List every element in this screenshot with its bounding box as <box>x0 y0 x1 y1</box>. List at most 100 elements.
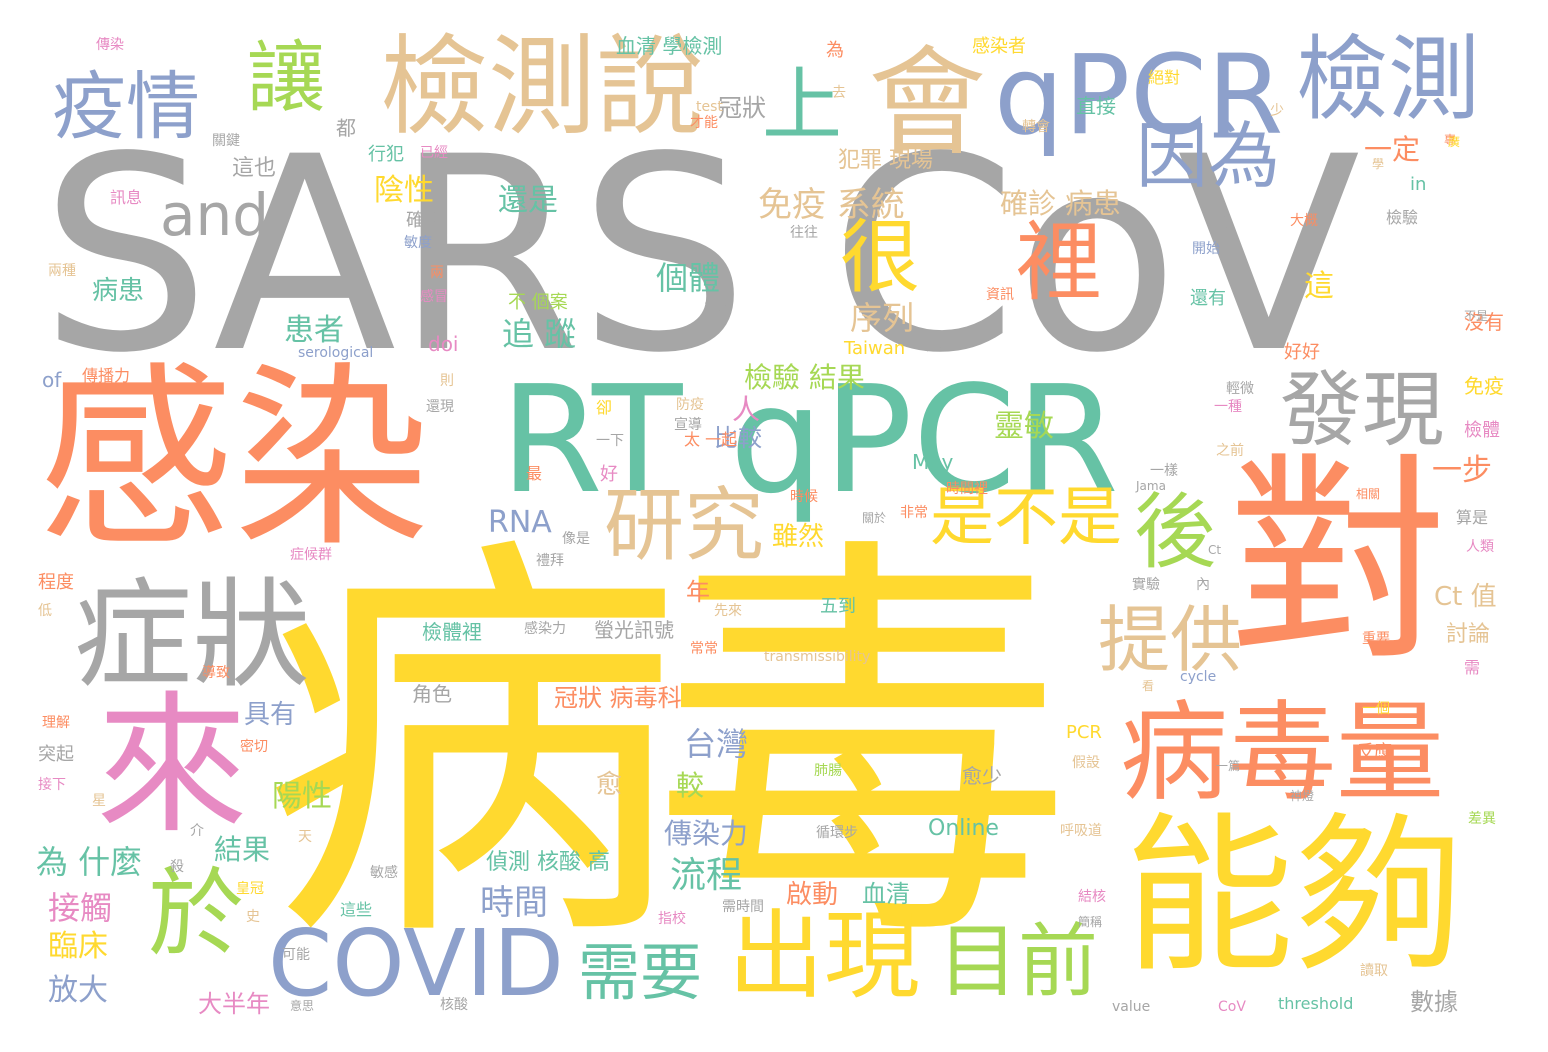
word-zhexie: 這些 <box>340 900 373 919</box>
word-dabannian: 大半年 <box>198 990 270 1018</box>
word-jianyan-jieguo: 檢驗 結果 <box>744 361 865 394</box>
word-chuxian: 出現 <box>728 900 920 1012</box>
word-dagai: 大概 <box>1290 213 1318 229</box>
word-zhengzhuang: 症狀 <box>74 566 311 704</box>
word-chayi: 差異 <box>1468 811 1496 827</box>
word-serological: serological <box>298 345 374 361</box>
word-lijie: 理解 <box>42 715 70 731</box>
word-xueqing: 血清 <box>862 880 910 908</box>
word-misc-guang: 廣 <box>1448 135 1461 149</box>
word-guanzhuang: 冠狀 <box>718 94 766 122</box>
word-yixia: 一下 <box>596 433 624 449</box>
word-jiehe: 結核 <box>1078 889 1106 905</box>
word-and: and <box>160 181 270 249</box>
word-misc-caineng: 才能 <box>690 115 718 131</box>
word-misc-zixun: 資訊 <box>986 287 1014 303</box>
word-taolun: 討論 <box>1446 622 1491 647</box>
word-misc-yipian: 一篇 <box>1216 759 1241 773</box>
word-ganran: 感染 <box>38 346 431 574</box>
word-jiaose: 角色 <box>412 682 452 706</box>
word-yu: 於 <box>148 858 244 970</box>
word-may: May <box>912 450 954 474</box>
word-misc-ganmao: 感冒 <box>420 289 448 305</box>
word-yingguang: 螢光訊號 <box>594 618 674 642</box>
word-misc-xue: 學 <box>1372 157 1385 171</box>
word-in: in <box>1410 174 1427 195</box>
word-suanshi: 算是 <box>1456 508 1489 527</box>
word-mubiao: 目前 <box>938 915 1098 1008</box>
word-ren: 人 <box>732 393 761 426</box>
word-misc-qu: 去 <box>832 85 846 101</box>
word-shijian: 時間 <box>480 883 548 923</box>
word-kaishi: 開始 <box>1192 241 1220 257</box>
word-jieguo-l: 結果 <box>214 833 271 866</box>
word-geti: 個體 <box>656 259 721 297</box>
word-misc-xing: 星 <box>92 793 106 809</box>
word-linchuang: 臨床 <box>48 929 108 964</box>
word-guanyu: 關於 <box>862 511 887 525</box>
word-wangwang: 往往 <box>790 225 818 241</box>
word-duqu: 讀取 <box>1360 963 1388 979</box>
word-wudao: 五到 <box>820 596 856 617</box>
word-liangzhong: 兩種 <box>48 263 76 279</box>
word-yige: 一個 <box>1362 701 1390 717</box>
word-wei-top: 為 <box>826 40 844 61</box>
word-xunxi: 訊息 <box>110 188 143 207</box>
word-mianbi: 肺腸 <box>814 763 842 779</box>
word-transmissibility: transmissibility <box>764 649 871 665</box>
word-lai: 來 <box>96 677 248 854</box>
word-misc-zhengque: 正確 <box>704 301 729 315</box>
word-quezhen2: 確診 <box>406 210 442 231</box>
word-misc-fangyi: 防疫 <box>676 397 704 413</box>
word-threshold: threshold <box>1278 994 1354 1013</box>
word-yiyang: 一樣 <box>1150 463 1178 479</box>
word-yiqing: 疫情 <box>52 64 200 150</box>
word-jianyan: 檢驗 <box>1386 208 1419 227</box>
word-nei: 內 <box>1196 577 1210 593</box>
word-jiao: 較 <box>676 769 705 802</box>
word-misc-panduan: 判斷 <box>926 339 951 353</box>
word-guanjian: 關鍵 <box>212 133 240 149</box>
word-chengdu: 程度 <box>38 572 74 593</box>
word-xiangguan: 相關 <box>1356 487 1381 501</box>
word-dui: 對 <box>1228 434 1449 690</box>
word-xuyao: 需要 <box>578 936 703 1009</box>
word-buzu: 不是 <box>1464 309 1489 323</box>
word-yizhong: 一種 <box>1214 399 1242 415</box>
word-yu-heal: 愈 <box>596 770 623 800</box>
word-xianlai: 先來 <box>714 603 742 619</box>
word-hesuan: 核酸 <box>440 997 468 1013</box>
word-jianti: 檢體 <box>1464 420 1500 441</box>
word-huxidao: 呼吸道 <box>1060 823 1102 839</box>
word-ct-zhi: Ct 值 <box>1434 582 1497 612</box>
word-rang: 讓 <box>234 36 324 108</box>
word-dou: 都 <box>336 116 356 140</box>
word-hao: 好 <box>600 464 618 485</box>
word-misc-liang: 兩 <box>430 265 444 281</box>
word-shuo: 去 <box>0 0 1 1</box>
word-test: test <box>696 99 723 115</box>
word-hou: 後 <box>1134 485 1217 580</box>
word-taiwan: 台灣 <box>684 725 749 763</box>
word-renlei: 人類 <box>1466 539 1494 555</box>
word-bingren: 病患 <box>92 276 145 306</box>
word-di: 低 <box>38 603 52 619</box>
word-yushao: 愈少 <box>962 764 1002 788</box>
word-ganranzhe: 感染者 <box>972 36 1026 57</box>
word-jiexia: 接下 <box>38 777 66 793</box>
word-lingmin: 靈敏 <box>994 409 1054 444</box>
word-misc-mindu: 敏度 <box>404 235 432 251</box>
word-zhence: 偵測 核酸 高 <box>486 850 610 875</box>
word-ganranli: 感染力 <box>524 621 566 637</box>
word-misc-miqie: 密切 <box>240 739 268 755</box>
word-mianyi: 免疫 系統 <box>758 185 905 225</box>
word-zhenghouqun: 症候群 <box>290 547 332 563</box>
word-zhuizong: 追 蹤 <box>502 315 577 353</box>
word-fangda: 放大 <box>48 973 108 1008</box>
word-nenggou: 能夠 <box>1124 798 1465 996</box>
word-jiance-right: 檢測 <box>1296 26 1481 133</box>
word-bingdu: 病毒 <box>262 505 1072 994</box>
word-misc-jie: 介 <box>190 823 204 839</box>
word-faxian: 發現 <box>1280 363 1445 458</box>
word-shuju: 數據 <box>1410 988 1458 1016</box>
